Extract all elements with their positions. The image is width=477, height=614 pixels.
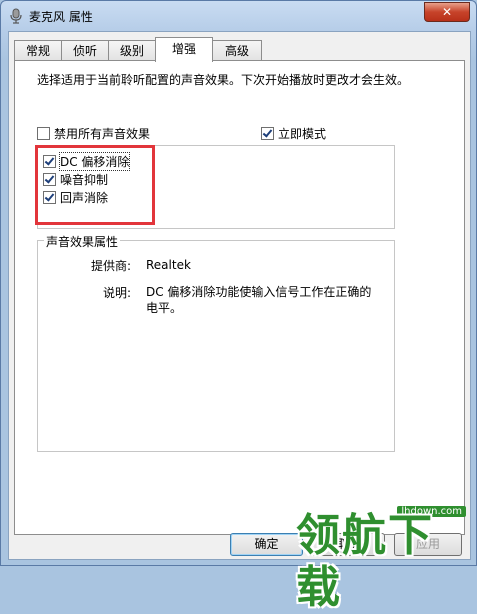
- tab-listen[interactable]: 侦听: [61, 40, 109, 61]
- disable-all-effects-checkbox[interactable]: 禁用所有声音效果: [37, 125, 150, 142]
- close-button[interactable]: ✕: [424, 2, 470, 22]
- checkbox-label: 立即模式: [278, 127, 327, 141]
- title-bar[interactable]: 麦克风 属性 ✕: [1, 1, 476, 31]
- tab-levels[interactable]: 级别: [108, 40, 156, 61]
- properties-window: 麦克风 属性 ✕ 常规 侦听 级别 增强 高级 选择适用于当前聆听配置的声音效果…: [0, 0, 477, 566]
- tab-label: 增强: [171, 42, 196, 56]
- red-highlight-box: [35, 145, 155, 225]
- checkbox-box[interactable]: [37, 127, 50, 140]
- ok-button[interactable]: 确定: [230, 533, 303, 556]
- enhancements-description: 选择适用于当前聆听配置的声音效果。下次开始播放时更改才会生效。: [37, 73, 410, 87]
- site-watermark: lhdown.com 领航下载: [296, 506, 472, 613]
- tab-label: 侦听: [72, 44, 97, 58]
- effect-properties-group: 声音效果属性 提供商: Realtek 说明: DC 偏移消除功能使输入信号工作…: [37, 233, 395, 452]
- group-title: 声音效果属性: [44, 233, 121, 250]
- microphone-icon: [9, 8, 23, 24]
- tab-general[interactable]: 常规: [14, 40, 62, 61]
- provider-value: Realtek: [146, 258, 191, 272]
- checkbox-label: 禁用所有声音效果: [54, 127, 151, 141]
- tab-label: 常规: [25, 44, 50, 58]
- window-title: 麦克风 属性: [29, 10, 93, 24]
- tab-advanced[interactable]: 高级: [212, 40, 262, 61]
- description-label: 说明:: [102, 286, 131, 300]
- watermark-text: 领航下载: [296, 510, 434, 613]
- immediate-mode-checkbox[interactable]: 立即模式: [261, 125, 326, 142]
- provider-label: 提供商:: [90, 259, 131, 273]
- tab-label: 高级: [224, 44, 249, 58]
- checkbox-box[interactable]: [261, 127, 274, 140]
- description-value: DC 偏移消除功能使输入信号工作在正确的电平。: [146, 285, 372, 315]
- enhancements-panel: 选择适用于当前聆听配置的声音效果。下次开始播放时更改才会生效。 禁用所有声音效果…: [14, 60, 465, 535]
- dialog-client: 常规 侦听 级别 增强 高级 选择适用于当前聆听配置的声音效果。下次开始播放时更…: [8, 31, 471, 560]
- close-icon: ✕: [441, 5, 453, 19]
- tab-label: 级别: [119, 44, 144, 58]
- tab-enhancements[interactable]: 增强: [155, 37, 213, 62]
